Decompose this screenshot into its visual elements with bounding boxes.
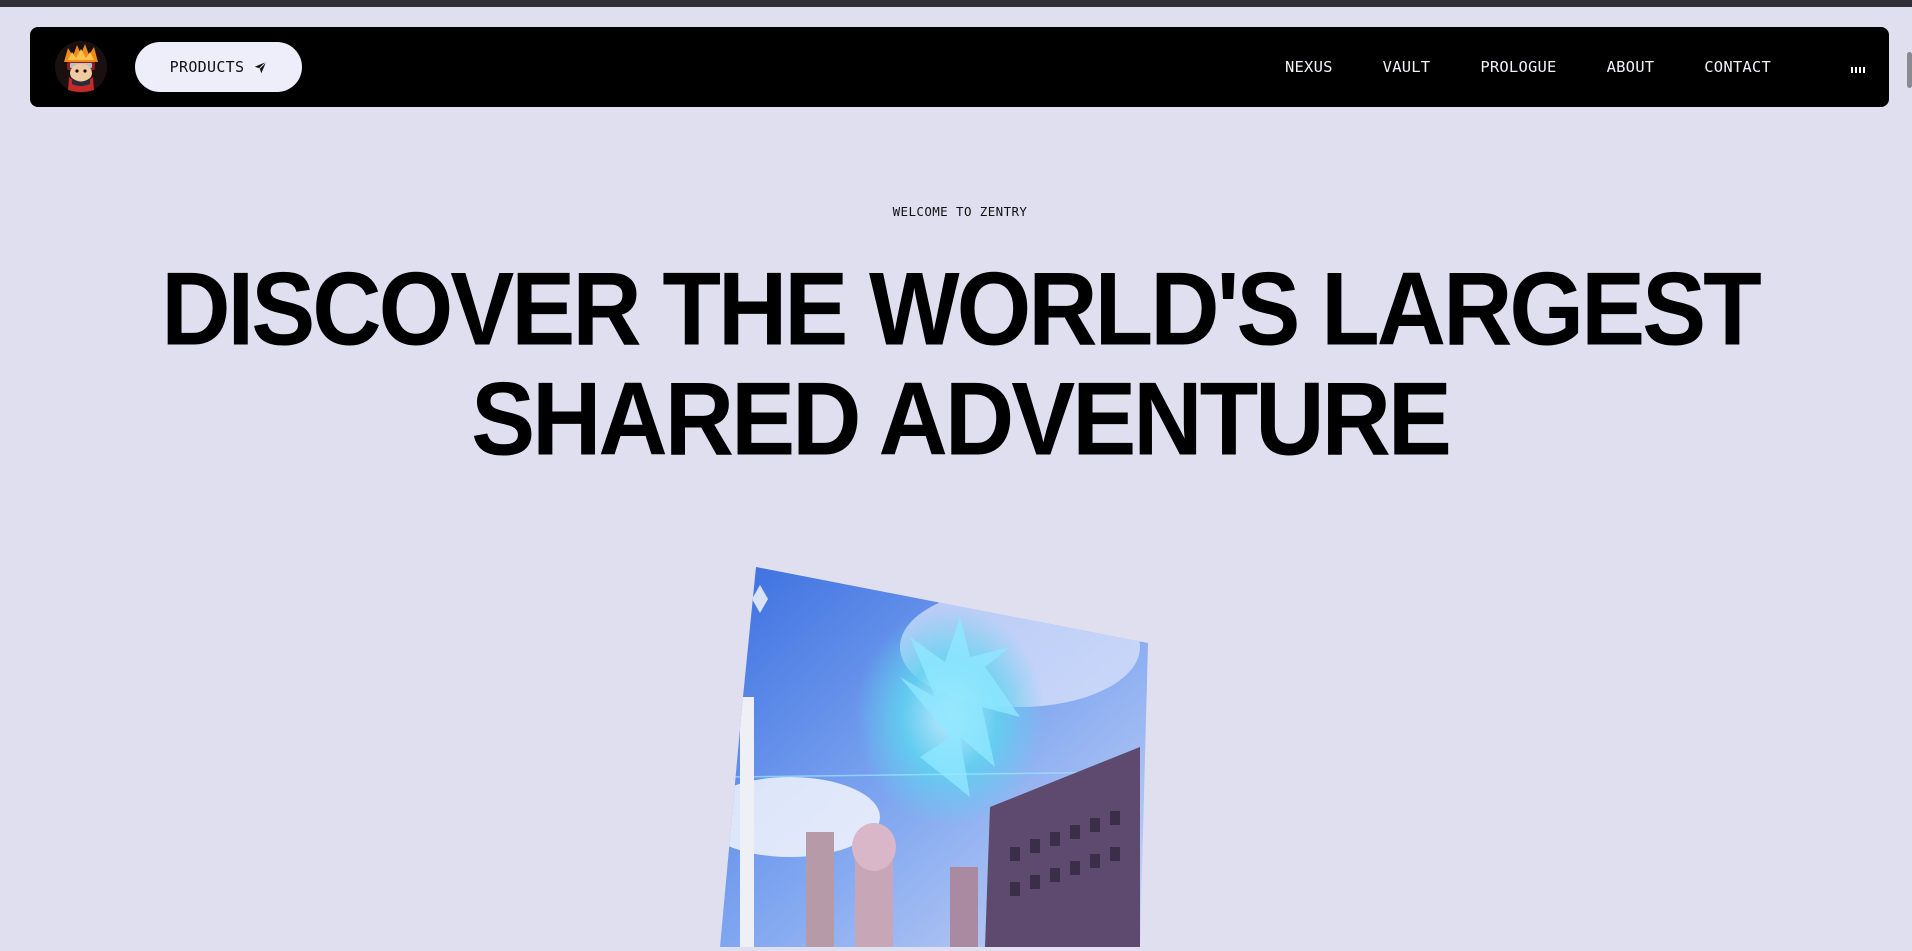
audio-toggle-icon[interactable]: [1851, 63, 1865, 73]
nav-link-nexus[interactable]: NEXUS: [1285, 58, 1333, 76]
hero-eyebrow: WELCOME TO ZENTRY: [892, 204, 1028, 219]
nav-link-contact[interactable]: CONTACT: [1704, 58, 1771, 76]
nav-link-prologue[interactable]: PROLOGUE: [1480, 58, 1556, 76]
hero-headline-line-2: SHARED ADVENTURE: [471, 361, 1452, 478]
nav-link-vault[interactable]: VAULT: [1383, 58, 1431, 76]
hero-artwork: [720, 567, 1148, 947]
products-button-label: PRODUCTS: [169, 58, 245, 76]
products-button[interactable]: PRODUCTS: [135, 42, 302, 92]
ninja-logo-icon: [55, 41, 107, 93]
logo[interactable]: [54, 40, 108, 94]
nav-link-about[interactable]: ABOUT: [1607, 58, 1655, 76]
page-scrollbar[interactable]: [1907, 52, 1912, 88]
hero-image[interactable]: [720, 567, 1160, 947]
nav-links: NEXUS VAULT PROLOGUE ABOUT CONTACT: [1285, 27, 1771, 107]
paper-plane-icon: [255, 60, 267, 73]
hero-headline: DISCOVER THE WORLD'S LARGEST SHARED ADVE…: [0, 252, 1912, 478]
navbar: PRODUCTS NEXUS VAULT PROLOGUE ABOUT CONT…: [30, 27, 1889, 107]
hero-headline-line-1: DISCOVER THE WORLD'S LARGEST: [161, 251, 1762, 368]
browser-top-edge: [0, 0, 1912, 7]
